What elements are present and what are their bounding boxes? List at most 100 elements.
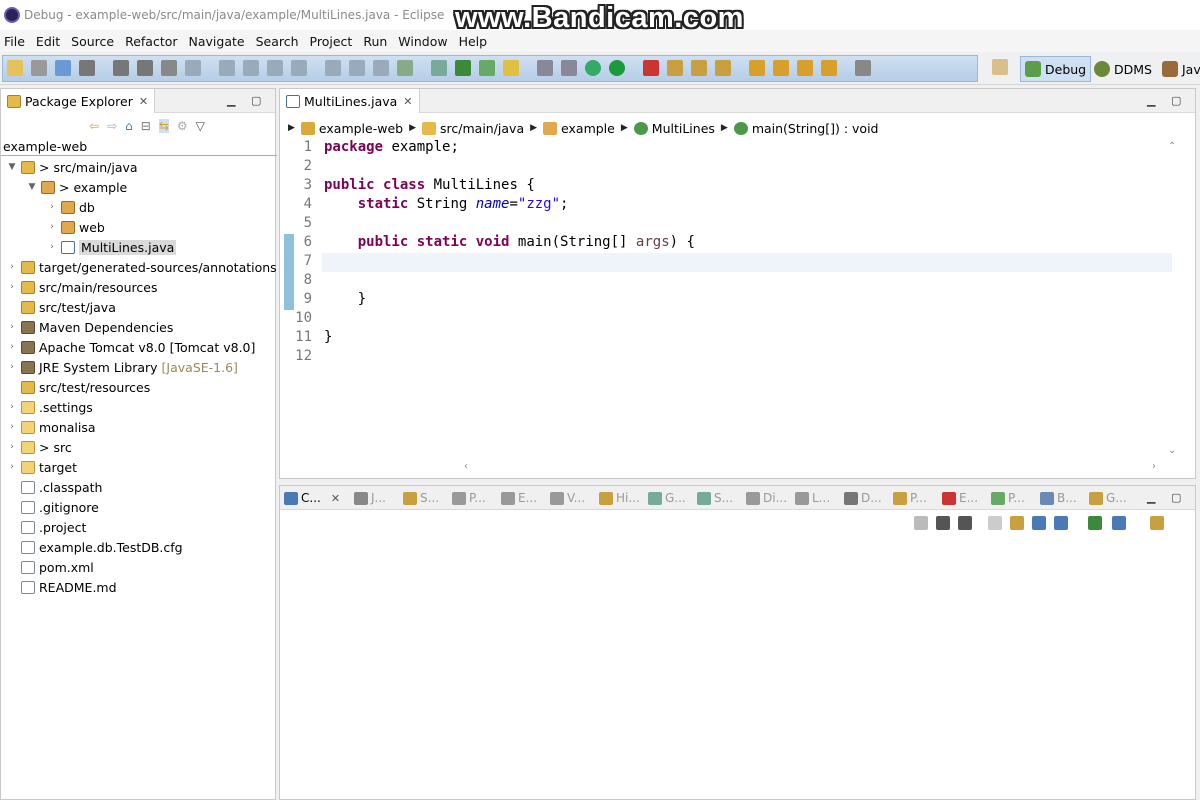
chevron-down-icon[interactable]: ▼ bbox=[27, 182, 37, 192]
block-selection-icon[interactable] bbox=[537, 60, 553, 76]
chevron-right-icon[interactable]: › bbox=[7, 322, 17, 332]
tab-multilines-java[interactable]: MultiLines.java ✕ bbox=[280, 89, 420, 113]
chevron-right-icon[interactable]: › bbox=[7, 402, 17, 412]
use-step-filters-icon[interactable] bbox=[397, 60, 413, 76]
save-all-icon[interactable] bbox=[113, 60, 129, 76]
tab-package-explorer[interactable]: Package Explorer ✕ bbox=[1, 89, 156, 113]
tree-item[interactable]: › target/generated-sources/annotations bbox=[7, 257, 277, 277]
breadcrumb-item[interactable]: example-web bbox=[319, 121, 403, 136]
tree-item[interactable]: › web bbox=[47, 217, 105, 237]
minimize-icon[interactable]: ▁ bbox=[1147, 491, 1155, 504]
resume-icon[interactable] bbox=[185, 60, 201, 76]
scroll-lock-icon[interactable] bbox=[1010, 516, 1024, 530]
tree-item[interactable]: pom.xml bbox=[7, 557, 94, 577]
breadcrumb-arrow-icon[interactable]: ▶ bbox=[721, 123, 728, 133]
prev-annotation-icon[interactable] bbox=[773, 60, 789, 76]
step-return-icon[interactable] bbox=[349, 60, 365, 76]
menu-refactor[interactable]: Refactor bbox=[125, 34, 177, 49]
tree-item[interactable]: › monalisa bbox=[7, 417, 95, 437]
breadcrumb-item[interactable]: main(String[]) : void bbox=[752, 121, 879, 136]
chevron-down-icon[interactable]: ▼ bbox=[7, 162, 17, 172]
perspective-debug[interactable]: Debug bbox=[1020, 56, 1092, 82]
tree-item[interactable]: .gitignore bbox=[7, 497, 99, 517]
bottom-tab[interactable]: E... bbox=[942, 491, 978, 505]
drop-to-frame-icon[interactable] bbox=[373, 60, 389, 76]
remove-launch-icon[interactable] bbox=[936, 516, 950, 530]
tree-item[interactable]: .classpath bbox=[7, 477, 102, 497]
bottom-tab[interactable]: L... bbox=[795, 491, 830, 505]
tree-item[interactable]: example.db.TestDB.cfg bbox=[7, 537, 183, 557]
menu-file[interactable]: File bbox=[4, 34, 25, 49]
bottom-tab[interactable]: C... ✕ bbox=[284, 491, 340, 505]
tree-item[interactable]: › .settings bbox=[7, 397, 93, 417]
menu-window[interactable]: Window bbox=[398, 34, 447, 49]
forward-icon[interactable] bbox=[855, 60, 871, 76]
chevron-right-icon[interactable]: › bbox=[7, 262, 17, 272]
chevron-right-icon[interactable]: › bbox=[7, 362, 17, 372]
toggle-breakpoint-icon[interactable] bbox=[161, 60, 177, 76]
bottom-tab[interactable]: E... bbox=[501, 491, 537, 505]
tree-item[interactable]: src/test/resources bbox=[7, 377, 150, 397]
filter-icon[interactable]: ⚙ bbox=[177, 119, 188, 133]
mark-occurrences-icon[interactable] bbox=[479, 60, 495, 76]
bottom-tab[interactable]: J... bbox=[354, 491, 386, 505]
menu-run[interactable]: Run bbox=[363, 34, 387, 49]
perspective-java[interactable]: Jav bbox=[1162, 56, 1200, 82]
minimize-icon[interactable]: ▁ bbox=[1147, 94, 1155, 107]
home-icon[interactable]: ⌂ bbox=[125, 119, 133, 133]
scroll-right-icon[interactable]: › bbox=[1152, 461, 1156, 472]
new-wizard-icon[interactable] bbox=[55, 60, 71, 76]
tree-item[interactable]: › JRE System Library [JavaSE-1.6] bbox=[7, 357, 238, 377]
new-dropdown-icon[interactable] bbox=[31, 60, 47, 76]
open-type-icon[interactable] bbox=[667, 60, 683, 76]
tree-item[interactable]: ▼ > example bbox=[27, 177, 128, 197]
last-edit-icon[interactable] bbox=[797, 60, 813, 76]
breadcrumb-arrow-icon[interactable]: ▶ bbox=[409, 123, 416, 133]
print-icon[interactable] bbox=[137, 60, 153, 76]
back-icon[interactable] bbox=[821, 60, 837, 76]
next-annotation-icon[interactable] bbox=[749, 60, 765, 76]
scroll-down-icon[interactable]: ⌄ bbox=[1168, 445, 1176, 456]
tree-item[interactable]: › MultiLines.java bbox=[47, 237, 177, 257]
link-with-editor-icon[interactable]: ⇆ bbox=[158, 119, 169, 133]
menu-source[interactable]: Source bbox=[71, 34, 114, 49]
chevron-right-icon[interactable]: › bbox=[7, 462, 17, 472]
breadcrumb-arrow-icon[interactable]: ▶ bbox=[288, 123, 295, 133]
forward-arrow-icon[interactable]: ⇨ bbox=[107, 119, 117, 133]
bottom-tab[interactable]: D... bbox=[844, 491, 882, 505]
chevron-right-icon[interactable]: › bbox=[7, 282, 17, 292]
clear-console-icon[interactable] bbox=[988, 516, 1002, 530]
suspend-icon[interactable] bbox=[219, 60, 235, 76]
step-over-icon[interactable] bbox=[325, 60, 341, 76]
tree-item[interactable]: › db bbox=[47, 197, 95, 217]
bottom-tab[interactable]: G... bbox=[1089, 491, 1127, 505]
pin-console-icon[interactable] bbox=[1088, 516, 1102, 530]
breadcrumb-arrow-icon[interactable]: ▶ bbox=[530, 123, 537, 133]
bottom-tab[interactable]: P... bbox=[452, 491, 486, 505]
scroll-left-icon[interactable]: ‹ bbox=[464, 461, 468, 472]
bottom-tab[interactable]: P... bbox=[893, 491, 927, 505]
search-icon[interactable] bbox=[715, 60, 731, 76]
minimize-icon[interactable]: ▁ bbox=[227, 94, 235, 107]
breadcrumb-item[interactable]: MultiLines bbox=[652, 121, 715, 136]
coverage-icon[interactable] bbox=[455, 60, 471, 76]
open-perspective-icon[interactable] bbox=[992, 59, 1008, 75]
breadcrumb-item[interactable]: src/main/java bbox=[440, 121, 524, 136]
close-icon[interactable]: ✕ bbox=[139, 95, 148, 108]
breadcrumb-item[interactable]: example bbox=[561, 121, 615, 136]
maximize-icon[interactable]: ▢ bbox=[1171, 94, 1181, 107]
tree-item[interactable]: › Apache Tomcat v8.0 [Tomcat v8.0] bbox=[7, 337, 255, 357]
tree-item[interactable]: ▼ > src/main/java bbox=[7, 157, 138, 177]
close-icon[interactable]: ✕ bbox=[403, 95, 412, 108]
terminate-icon[interactable] bbox=[243, 60, 259, 76]
tree-item[interactable]: .project bbox=[7, 517, 86, 537]
maximize-icon[interactable]: ▢ bbox=[1171, 491, 1181, 504]
run-external-icon[interactable] bbox=[643, 60, 659, 76]
bottom-tab[interactable]: G... bbox=[648, 491, 686, 505]
bottom-tab[interactable]: P... bbox=[991, 491, 1025, 505]
chevron-right-icon[interactable]: › bbox=[47, 222, 57, 232]
display-console-icon[interactable] bbox=[1112, 516, 1126, 530]
bottom-tab[interactable]: Hi... bbox=[599, 491, 640, 505]
new-icon[interactable] bbox=[7, 60, 23, 76]
chevron-right-icon[interactable]: › bbox=[7, 422, 17, 432]
